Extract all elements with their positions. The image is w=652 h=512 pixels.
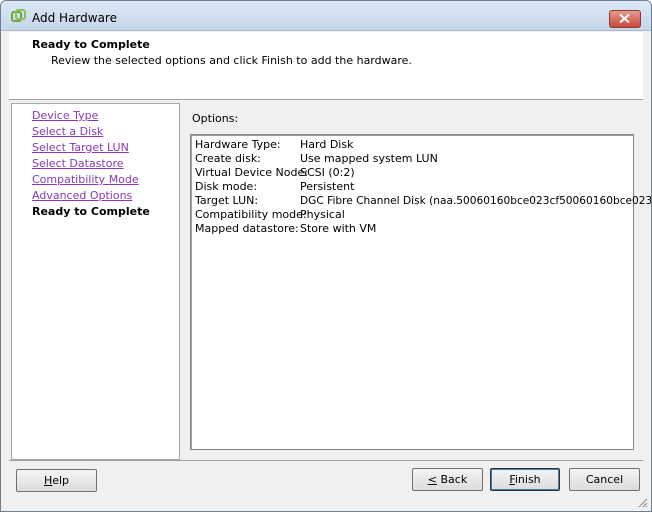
option-key: Disk mode:	[195, 180, 258, 193]
header-subtitle: Review the selected options and click Fi…	[51, 54, 412, 67]
step-select-target-lun[interactable]: Select Target LUN	[32, 140, 150, 156]
footer-divider	[9, 460, 643, 461]
option-value: Use mapped system LUN	[300, 152, 438, 165]
header-title: Ready to Complete	[32, 38, 150, 51]
cancel-button[interactable]: Cancel	[569, 468, 640, 491]
wizard-steps-panel: Device Type Select a Disk Select Target …	[11, 103, 180, 460]
option-value: Hard Disk	[300, 138, 354, 151]
option-key: Mapped datastore:	[195, 222, 299, 235]
options-summary-box[interactable]: Hardware Type: Hard Disk Create disk: Us…	[190, 134, 651, 450]
option-value: Store with VM	[300, 222, 377, 235]
header-divider	[9, 99, 643, 100]
option-value: SCSI (0:2)	[300, 166, 355, 179]
option-key: Compatibility mode:	[195, 208, 307, 221]
options-label: Options:	[192, 112, 239, 125]
finish-button-label: inish	[514, 473, 541, 486]
help-button[interactable]: Help	[16, 469, 97, 492]
resize-grip-icon[interactable]	[636, 496, 648, 508]
wizard-header: Ready to Complete Review the selected op…	[9, 32, 643, 99]
add-hardware-dialog: Add Hardware Ready to Complete Review th…	[0, 0, 652, 512]
step-advanced-options[interactable]: Advanced Options	[32, 188, 150, 204]
wizard-steps-list: Device Type Select a Disk Select Target …	[32, 108, 150, 220]
window-title: Add Hardware	[32, 11, 117, 25]
help-button-mnemonic: H	[43, 474, 53, 487]
title-bar[interactable]: Add Hardware	[1, 1, 651, 31]
vsphere-app-icon	[11, 9, 26, 22]
back-button[interactable]: < Back	[412, 468, 483, 491]
step-ready-to-complete: Ready to Complete	[32, 205, 150, 218]
option-value: DGC Fibre Channel Disk (naa.50060160bce0…	[300, 195, 652, 207]
step-select-disk[interactable]: Select a Disk	[32, 124, 150, 140]
back-button-label: Back	[437, 473, 468, 486]
close-icon	[619, 14, 630, 23]
option-value: Physical	[300, 208, 345, 221]
option-key: Target LUN:	[195, 194, 259, 207]
finish-button[interactable]: Finish	[490, 468, 560, 491]
help-button-label: elp	[52, 474, 70, 487]
step-device-type[interactable]: Device Type	[32, 108, 150, 124]
step-compatibility-mode[interactable]: Compatibility Mode	[32, 172, 150, 188]
option-key: Create disk:	[195, 152, 261, 165]
step-select-datastore[interactable]: Select Datastore	[32, 156, 150, 172]
option-key: Hardware Type:	[195, 138, 281, 151]
option-value: Persistent	[300, 180, 355, 193]
close-button[interactable]	[609, 10, 641, 28]
back-button-mnemonic: <	[427, 473, 437, 486]
option-key: Virtual Device Node:	[195, 166, 308, 179]
